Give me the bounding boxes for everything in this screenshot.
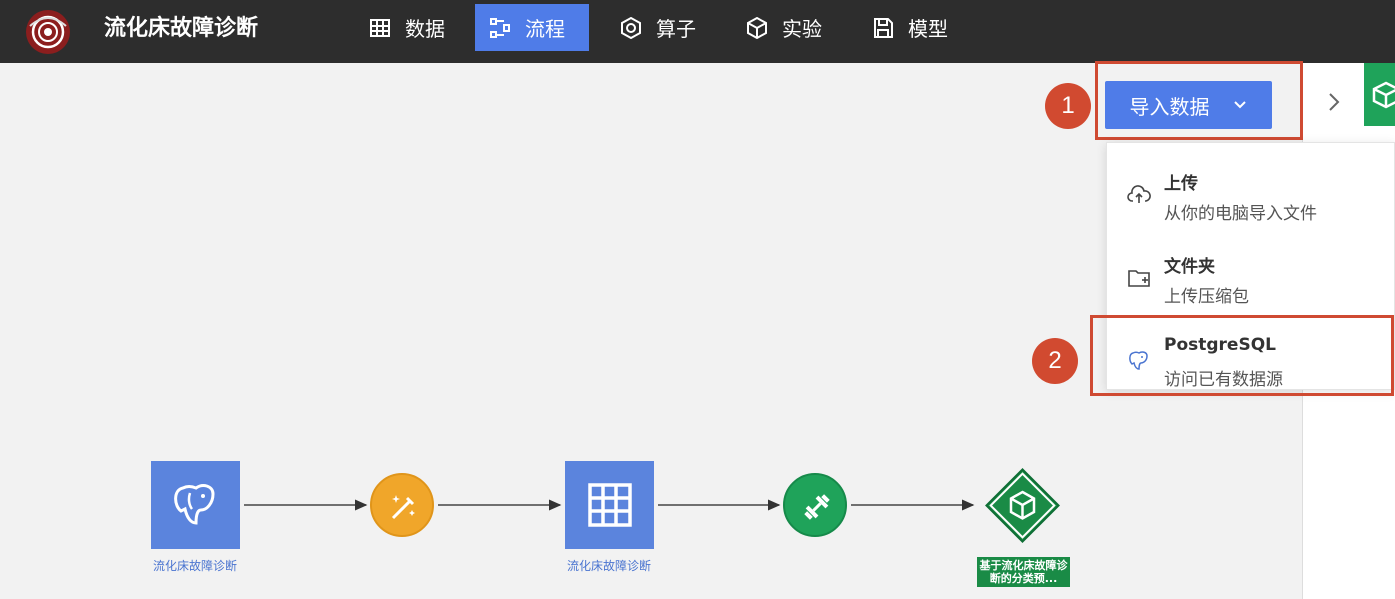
nav-label: 模型: [908, 17, 948, 41]
app-title: 流化床故障诊断: [104, 16, 259, 41]
table-icon: [588, 483, 632, 527]
nav-label: 实验: [782, 17, 822, 41]
flow-node-label: 流化床故障诊断: [152, 559, 237, 573]
dumbbell-icon: [804, 494, 830, 520]
dropdown-item-subtitle: 从你的电脑导入文件: [1164, 204, 1317, 224]
table-icon: [370, 18, 390, 37]
postgresql-icon: [174, 484, 215, 525]
dropdown-item-title: 上传: [1164, 174, 1198, 194]
workflow-icon: [490, 17, 510, 38]
nav-data[interactable]: 数据: [355, 4, 459, 51]
model-tab[interactable]: [1364, 63, 1395, 126]
cloud-upload-icon: [1127, 185, 1151, 203]
nav-model[interactable]: 模型: [858, 4, 962, 51]
nav-experiment[interactable]: 实验: [732, 4, 836, 51]
dropdown-item-upload[interactable]: 上传 从你的电脑导入文件: [1107, 151, 1395, 231]
chevron-down-icon: [1233, 101, 1246, 109]
flow-node-label: 基于流化床故障诊断的分类预...: [977, 557, 1070, 587]
folder-add-icon: [1128, 270, 1150, 287]
nav-label: 流程: [525, 17, 565, 41]
top-bar: 流化床故障诊断 数据 流程 算子 实验 模型: [0, 0, 1395, 63]
import-data-label: 导入数据: [1129, 94, 1210, 119]
dropdown-item-subtitle: 上传压缩包: [1164, 287, 1249, 307]
step-badge: 2: [1032, 338, 1078, 384]
cube-icon: [747, 16, 767, 39]
highlight-box-postgresql: [1090, 315, 1394, 396]
import-data-button[interactable]: 导入数据: [1105, 81, 1272, 129]
save-icon: [874, 17, 893, 38]
cube-icon: [1372, 81, 1395, 109]
dropdown-item-title: 文件夹: [1164, 257, 1215, 277]
magic-wand-icon: [391, 495, 415, 520]
nav-workflow[interactable]: 流程: [475, 4, 589, 51]
nav-label: 算子: [656, 17, 696, 41]
flow-node-transform[interactable]: [370, 473, 434, 537]
chevron-right-icon[interactable]: [1322, 88, 1346, 116]
app-logo-icon[interactable]: [24, 8, 72, 56]
operator-icon: [621, 16, 641, 39]
flow-node-model[interactable]: [985, 468, 1060, 543]
flow-node-label: 流化床故障诊断: [566, 559, 651, 573]
nav-operator[interactable]: 算子: [606, 4, 710, 51]
dropdown-item-folder[interactable]: 文件夹 上传压缩包: [1107, 234, 1395, 314]
flow-node-dataset[interactable]: [565, 461, 654, 549]
step-badge: 1: [1045, 83, 1091, 129]
flow-node-train[interactable]: [783, 473, 847, 537]
flow-node-data-source[interactable]: [151, 461, 240, 549]
nav-label: 数据: [405, 17, 445, 41]
